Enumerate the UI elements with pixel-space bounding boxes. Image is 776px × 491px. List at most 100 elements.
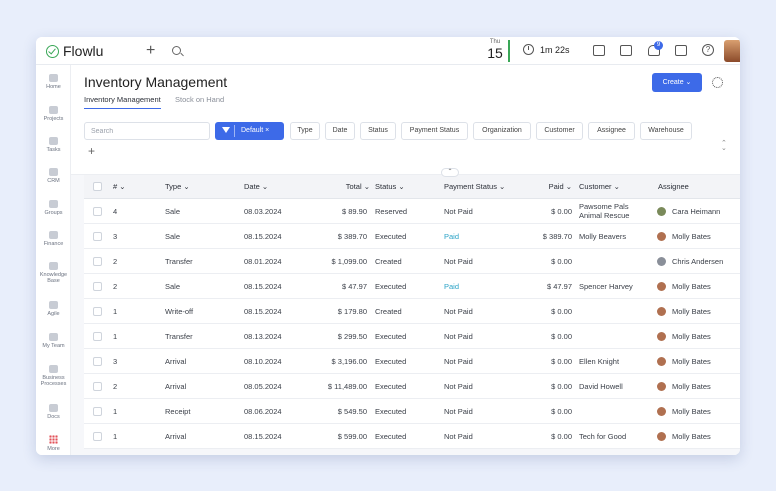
help-icon[interactable]: ? — [702, 44, 714, 56]
filter-chip-type[interactable]: Type — [290, 122, 320, 140]
col-header-assignee[interactable]: Assignee — [658, 175, 689, 199]
filter-chip-payment-status[interactable]: Payment Status — [401, 122, 468, 140]
search-icon[interactable] — [172, 46, 181, 55]
col-header-type[interactable]: Type ⌄ — [165, 175, 190, 199]
cell-customer[interactable]: Ellen Knight — [579, 349, 619, 374]
row-checkbox[interactable] — [93, 232, 102, 241]
cell-assignee: Molly Bates — [672, 282, 711, 291]
col-header-date[interactable]: Date ⌄ — [244, 175, 268, 199]
table-row[interactable]: 1 Write-off 08.15.2024 $ 179.80 Created … — [84, 299, 740, 324]
row-checkbox[interactable] — [93, 332, 102, 341]
notes-icon[interactable] — [620, 45, 632, 56]
cell-date: 08.03.2024 — [244, 207, 282, 216]
cell-customer[interactable]: Pawsome Pals Animal Rescue — [579, 202, 645, 220]
assignee-avatar — [657, 332, 666, 341]
cell-type: Arrival — [165, 357, 187, 366]
sidebar-label: Agile — [47, 311, 60, 317]
table-row[interactable]: 2 Transfer 08.01.2024 $ 1,099.00 Created… — [84, 249, 740, 274]
app-logo[interactable]: Flowlu — [46, 43, 103, 59]
create-label: Create — [662, 79, 684, 86]
sidebar-item-business-processes[interactable]: Business Processes — [36, 365, 71, 387]
row-checkbox[interactable] — [93, 432, 102, 441]
table-row[interactable]: 1 Arrival 08.15.2024 $ 599.00 Executed N… — [84, 424, 740, 449]
cell-number: 3 — [113, 232, 118, 241]
cell-payment-status: Paid — [444, 232, 460, 241]
sidebar-label: Knowledge Base — [39, 272, 68, 284]
col-header-paid[interactable]: Paid ⌄ — [514, 175, 572, 199]
row-checkbox[interactable] — [93, 207, 102, 216]
col-header-number[interactable]: # ⌄ — [113, 175, 126, 199]
default-filter-button[interactable]: Default × — [215, 122, 284, 140]
table-row[interactable]: 2 Arrival 08.05.2024 $ 11,489.00 Execute… — [84, 374, 740, 399]
cell-paid: $ 0.00 — [551, 357, 572, 366]
table-row[interactable]: 1 Receipt 08.06.2024 $ 549.50 Executed N… — [84, 399, 740, 424]
collapse-handle-icon[interactable]: ⌃ — [441, 168, 459, 177]
collapse-filters-icon[interactable]: ⌃ ⌄ — [721, 140, 727, 152]
sidebar-item-crm[interactable]: CRM — [36, 168, 71, 184]
col-header-total[interactable]: Total ⌄ — [304, 175, 370, 199]
col-header-customer[interactable]: Customer ⌄ — [579, 175, 620, 199]
date-widget[interactable]: Thu 15 — [484, 39, 506, 61]
cell-type: Arrival — [165, 432, 187, 441]
table-row[interactable]: 1 Transfer 08.13.2024 $ 299.50 Executed … — [84, 324, 740, 349]
filter-chip-assignee[interactable]: Assignee — [588, 122, 635, 140]
create-button[interactable]: Create ⌄ — [652, 73, 702, 92]
table-row[interactable]: 3 Sale 08.15.2024 $ 389.70 Executed Paid… — [84, 224, 740, 249]
sidebar-label: Finance — [43, 241, 64, 247]
col-header-status[interactable]: Status ⌄ — [375, 175, 405, 199]
sidebar-item-knowledge-base[interactable]: Knowledge Base — [36, 262, 71, 284]
row-checkbox[interactable] — [93, 407, 102, 416]
select-all-checkbox[interactable] — [93, 182, 102, 191]
row-checkbox[interactable] — [93, 307, 102, 316]
row-checkbox[interactable] — [93, 257, 102, 266]
cell-payment-status: Not Paid — [444, 207, 473, 216]
tab-stock-on-hand[interactable]: Stock on Hand — [175, 95, 224, 104]
row-checkbox[interactable] — [93, 357, 102, 366]
assignee-avatar — [657, 382, 666, 391]
chat-icon[interactable] — [675, 45, 687, 56]
sidebar-item-agile[interactable]: Agile — [36, 301, 71, 317]
cell-customer[interactable]: Tech for Good — [579, 424, 626, 449]
row-checkbox[interactable] — [93, 282, 102, 291]
table-row[interactable]: 2 Sale 08.15.2024 $ 47.97 Executed Paid … — [84, 274, 740, 299]
cell-total: $ 3,196.00 — [331, 357, 367, 366]
filter-chip-customer[interactable]: Customer — [536, 122, 583, 140]
cell-paid: $ 389.70 — [542, 232, 572, 241]
sidebar-item-home[interactable]: Home — [36, 74, 71, 90]
mail-icon[interactable] — [593, 45, 605, 56]
apps-grid-icon — [49, 435, 58, 444]
filter-chip-status[interactable]: Status — [360, 122, 396, 140]
filter-chip-organization[interactable]: Organization — [473, 122, 531, 140]
cell-status: Created — [375, 257, 402, 266]
filter-chip-date[interactable]: Date — [325, 122, 355, 140]
sidebar-item-more[interactable]: More — [36, 435, 71, 452]
cell-assignee: Molly Bates — [672, 307, 711, 316]
table-row[interactable]: 4 Sale 08.03.2024 $ 89.90 Reserved Not P… — [84, 199, 740, 224]
user-avatar[interactable] — [724, 40, 740, 62]
sidebar-item-projects[interactable]: Projects — [36, 106, 71, 122]
assignee-avatar — [657, 357, 666, 366]
cell-date: 08.10.2024 — [244, 357, 282, 366]
sidebar-item-finance[interactable]: Finance — [36, 231, 71, 247]
cell-status: Executed — [375, 407, 407, 416]
sidebar-item-tasks[interactable]: Tasks — [36, 137, 71, 153]
tab-inventory-management[interactable]: Inventory Management — [84, 95, 161, 109]
table-row[interactable]: 3 Arrival 08.10.2024 $ 3,196.00 Executed… — [84, 349, 740, 374]
col-header-payment-status[interactable]: Payment Status ⌄ — [444, 175, 505, 199]
filter-chip-warehouse[interactable]: Warehouse — [640, 122, 692, 140]
search-input[interactable] — [84, 122, 210, 140]
sidebar-item-groups[interactable]: Groups — [36, 200, 71, 216]
time-tracker[interactable]: 1m 22s — [523, 44, 570, 55]
cell-status: Executed — [375, 332, 407, 341]
sidebar-item-my-team[interactable]: My Team — [36, 333, 71, 349]
cell-customer[interactable]: Molly Beavers — [579, 224, 626, 249]
sidebar-item-docs[interactable]: Docs — [36, 404, 71, 420]
row-checkbox[interactable] — [93, 382, 102, 391]
docs-icon — [49, 404, 58, 412]
add-filter-button[interactable]: + — [88, 144, 95, 158]
add-icon[interactable]: + — [146, 42, 155, 60]
cell-customer[interactable]: David Howell — [579, 374, 623, 399]
cell-customer[interactable]: Spencer Harvey — [579, 274, 633, 299]
projects-icon — [49, 106, 58, 114]
gear-icon[interactable] — [712, 77, 723, 88]
